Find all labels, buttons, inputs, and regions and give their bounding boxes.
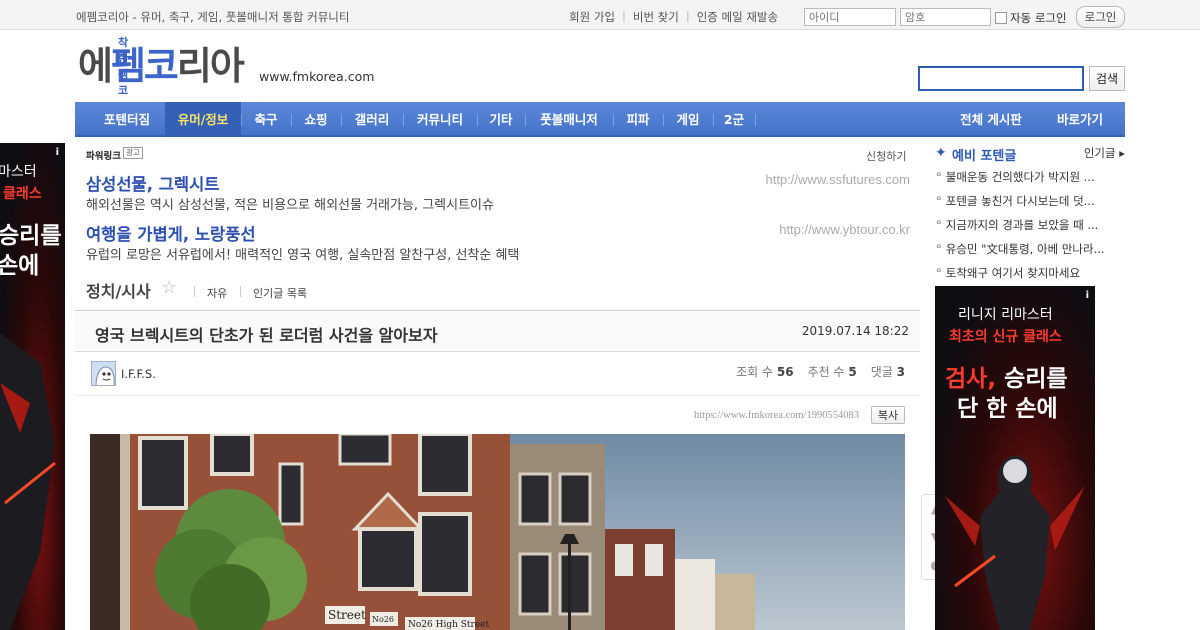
account-links: 회원 가입 | 비번 찾기 | 인증 메일 재발송 xyxy=(569,9,778,25)
login-password-input[interactable] xyxy=(900,8,991,26)
banner-text: 클래스 xyxy=(3,186,42,202)
search-input[interactable] xyxy=(918,66,1084,91)
post-date: 2019.07.14 18:22 xyxy=(801,324,909,338)
logo-wordmark: 에펨코리아 xyxy=(78,44,245,88)
banner-ad-left[interactable]: i 마스터 클래스 승리를 손에 xyxy=(0,143,65,630)
banner-headline: 승리를 xyxy=(0,223,62,249)
banner-text: 마스터 xyxy=(0,164,37,180)
shop-sign: Street xyxy=(328,608,366,622)
comment-count[interactable]: 댓글 3 xyxy=(871,363,905,380)
author-name[interactable]: I.F.F.S. xyxy=(121,367,156,381)
nav-all-boards[interactable]: 전체 게시판 xyxy=(951,102,1031,137)
top-bar: 에펨코리아 - 유머, 축구, 게임, 풋볼매니저 통합 커뮤니티 회원 가입 … xyxy=(0,0,1200,30)
copy-url-button[interactable]: 복사 xyxy=(871,406,905,424)
board-title[interactable]: 정치/시사 xyxy=(86,278,151,302)
ad-tag: 광고 xyxy=(123,147,143,159)
nav-item-fifa[interactable]: 피파 xyxy=(613,102,663,137)
resend-email-link[interactable]: 인증 메일 재발송 xyxy=(697,9,778,25)
nav-item-gallery[interactable]: 갤러리 xyxy=(341,102,403,137)
auto-login-option[interactable]: 자동 로그인 xyxy=(995,10,1067,26)
feather-icon: ✦ xyxy=(935,145,947,161)
login-button[interactable]: 로그인 xyxy=(1076,6,1125,28)
logo-url: www.fmkorea.com xyxy=(259,69,375,84)
nav-item-community[interactable]: 커뮤니티 xyxy=(403,102,477,137)
link-separator: | xyxy=(685,9,690,23)
shop-sign: No26 High Street xyxy=(408,620,489,630)
search-button[interactable]: 검색 xyxy=(1089,66,1125,91)
auto-login-checkbox[interactable] xyxy=(995,12,1007,24)
like-count: 추천 수 5 xyxy=(807,365,857,379)
nav-item-2gun[interactable]: 2군 xyxy=(713,102,755,137)
banner-text: 리니지 리마스터 xyxy=(958,307,1053,323)
banner-ad-right[interactable]: i 리니지 리마스터 최초의 신규 클래스 검사, 승리를 단 한 손에 xyxy=(935,286,1095,630)
nav-shortcut[interactable]: 바로가기 xyxy=(1045,102,1115,137)
sidebar-item[interactable]: 유승민 "文대통령, 아베 만나라... xyxy=(936,241,1121,257)
info-icon[interactable]: i xyxy=(1086,290,1089,301)
board-link-popular[interactable]: 인기글 목록 xyxy=(253,285,307,301)
nav-item-etc[interactable]: 기타 xyxy=(477,102,525,137)
ad-title-link[interactable]: 여행을 가볍게, 노랑풍선 xyxy=(86,221,256,245)
banner-headline: 검사, 승리를 xyxy=(945,366,1068,392)
ad-description: 유럽의 로망은 서유럽에서! 매력적인 영국 여행, 실속만점 알찬구성, 선착… xyxy=(86,248,520,263)
main-nav: 포텐터짐 유머/정보 축구 쇼핑 갤러리 커뮤니티 기타 풋볼매니저 피파 게임… xyxy=(75,102,1125,137)
sidebar-title[interactable]: 예비 포텐글 xyxy=(952,145,1016,164)
find-password-link[interactable]: 비번 찾기 xyxy=(633,9,679,25)
nav-item-football-manager[interactable]: 풋볼매니저 xyxy=(525,102,613,137)
post-permalink[interactable]: https://www.fmkorea.com/1990554083 xyxy=(694,410,859,421)
board-link-free[interactable]: 자유 xyxy=(207,285,227,301)
link-separator: | xyxy=(621,9,626,23)
banner-text: 최초의 신규 클래스 xyxy=(949,329,1062,345)
chevron-right-icon: ▸ xyxy=(1119,146,1125,160)
popular-more-link[interactable]: 인기글 ▸ xyxy=(1084,145,1125,161)
shop-sign: No26 xyxy=(372,615,394,624)
nav-item-humor[interactable]: 유머/정보 xyxy=(165,102,241,137)
sidebar-item[interactable]: 불매운동 건의했다가 박지원 ... xyxy=(936,169,1121,185)
star-icon[interactable]: ☆ xyxy=(161,277,177,298)
ad-url[interactable]: http://www.ssfutures.com xyxy=(766,172,911,187)
ad-apply-link[interactable]: 신청하기 xyxy=(866,148,906,164)
login-id-input[interactable] xyxy=(804,8,896,26)
site-tagline: 에펨코리아 - 유머, 축구, 게임, 풋볼매니저 통합 커뮤니티 xyxy=(76,10,350,24)
nav-item-game[interactable]: 게임 xyxy=(663,102,713,137)
post-title: 영국 브렉시트의 단초가 된 로더럼 사건을 알아보자 xyxy=(95,326,438,345)
sidebar-item[interactable]: 지금까지의 경과를 보았을 때 ... xyxy=(936,217,1121,233)
ad-description: 해외선물은 역시 삼성선물, 적은 비용으로 해외선물 거래가능, 그렉시트이슈 xyxy=(86,198,494,213)
view-count: 조회 수 56 xyxy=(736,365,794,379)
sidebar-item[interactable]: 포텐글 놓친거 다시보는데 덧... xyxy=(936,193,1121,209)
post-meta: I.F.F.S. 조회 수 56 추천 수 5 댓글 3 xyxy=(75,352,920,396)
auto-login-label: 자동 로그인 xyxy=(1010,11,1067,25)
sidebar-item[interactable]: 토착왜구 여기서 찾지마세요 xyxy=(936,265,1121,281)
info-icon[interactable]: i xyxy=(56,147,59,158)
post-photo: Street No26 No26 High Street xyxy=(90,434,905,630)
nav-item-soccer[interactable]: 축구 xyxy=(241,102,291,137)
post-stats: 조회 수 56 추천 수 5 댓글 3 xyxy=(736,363,905,380)
avatar[interactable] xyxy=(91,361,116,386)
powerlink-label: 파워링크 xyxy=(86,151,121,162)
signup-link[interactable]: 회원 가입 xyxy=(569,9,615,25)
nav-item-poten[interactable]: 포텐터짐 xyxy=(89,102,165,137)
ad-title-link[interactable]: 삼성선물, 그렉시트 xyxy=(86,171,219,195)
post-header: 영국 브렉시트의 단초가 된 로더럼 사건을 알아보자 2019.07.14 1… xyxy=(75,310,920,352)
banner-headline: 손에 xyxy=(0,253,40,279)
nav-item-shopping[interactable]: 쇼핑 xyxy=(291,102,341,137)
ad-url[interactable]: http://www.ybtour.co.kr xyxy=(779,222,910,237)
banner-headline: 단 한 손에 xyxy=(957,396,1058,422)
